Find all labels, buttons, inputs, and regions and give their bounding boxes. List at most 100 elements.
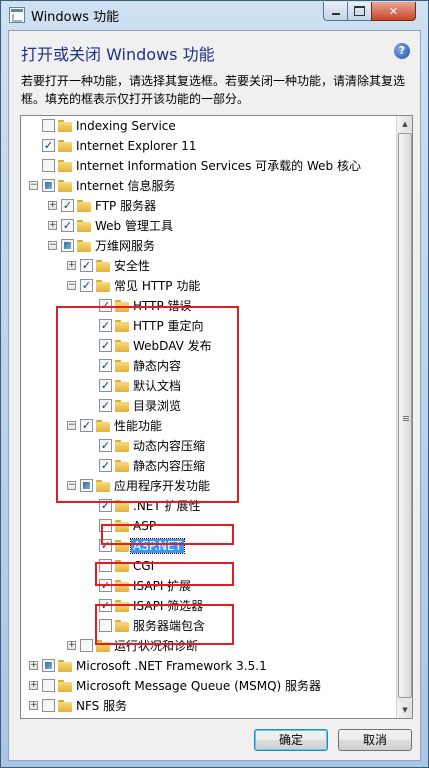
- tree-item-label[interactable]: HTTP 重定向: [131, 319, 206, 333]
- tree-item-label[interactable]: HTTP 错误: [131, 299, 194, 313]
- tree-item-label[interactable]: 安全性: [112, 259, 152, 273]
- tree-item[interactable]: ✓ 目录浏览: [21, 396, 396, 416]
- feature-checkbox[interactable]: ✓: [99, 459, 112, 472]
- scroll-down-arrow-icon[interactable]: ▼: [397, 702, 412, 718]
- tree-item[interactable]: ASP: [21, 516, 396, 536]
- feature-checkbox[interactable]: ✓: [99, 599, 112, 612]
- title-bar[interactable]: Windows 功能 ✕: [1, 1, 428, 29]
- feature-checkbox[interactable]: ✓: [99, 499, 112, 512]
- feature-checkbox[interactable]: ✓: [99, 319, 112, 332]
- tree-item[interactable]: − Internet 信息服务: [21, 176, 396, 196]
- tree-item[interactable]: ✓ ISAPI 扩展: [21, 576, 396, 596]
- feature-checkbox[interactable]: ✓: [61, 219, 74, 232]
- minimize-button[interactable]: [323, 2, 348, 21]
- tree-item-label[interactable]: 静态内容压缩: [131, 459, 207, 473]
- tree-item-label[interactable]: Microsoft Message Queue (MSMQ) 服务器: [74, 679, 323, 693]
- tree-item-label[interactable]: WebDAV 发布: [131, 339, 214, 353]
- maximize-button[interactable]: [347, 2, 372, 21]
- tree-item-label[interactable]: 万维网服务: [93, 239, 157, 253]
- feature-checkbox[interactable]: [42, 679, 55, 692]
- feature-checkbox[interactable]: ✓: [99, 339, 112, 352]
- tree-item-label[interactable]: 服务器端包含: [131, 619, 207, 633]
- feature-checkbox[interactable]: ✓: [61, 199, 74, 212]
- expand-icon[interactable]: +: [29, 661, 38, 670]
- feature-checkbox[interactable]: ✓: [99, 579, 112, 592]
- tree-item-label[interactable]: 性能功能: [112, 419, 164, 433]
- feature-checkbox[interactable]: [42, 159, 55, 172]
- tree-item[interactable]: − 应用程序开发功能: [21, 476, 396, 496]
- feature-checkbox[interactable]: ✓: [99, 359, 112, 372]
- tree-item-label[interactable]: Internet 信息服务: [74, 179, 177, 193]
- tree-item[interactable]: + 运行状况和诊断: [21, 636, 396, 656]
- tree-item[interactable]: + Microsoft .NET Framework 3.5.1: [21, 656, 396, 676]
- feature-checkbox[interactable]: [80, 639, 93, 652]
- feature-checkbox[interactable]: ✓: [80, 259, 93, 272]
- tree-item-label[interactable]: ISAPI 扩展: [131, 579, 193, 593]
- expand-icon[interactable]: +: [48, 201, 57, 210]
- tree-item[interactable]: ✓ 静态内容压缩: [21, 456, 396, 476]
- tree-item-label[interactable]: ISAPI 筛选器: [131, 599, 205, 613]
- tree-item[interactable]: ✓ WebDAV 发布: [21, 336, 396, 356]
- feature-checkbox[interactable]: [42, 659, 55, 672]
- scroll-thumb[interactable]: [398, 133, 412, 698]
- tree-item[interactable]: ✓ 动态内容压缩: [21, 436, 396, 456]
- collapse-icon[interactable]: −: [29, 181, 38, 190]
- tree-item-label[interactable]: Web 管理工具: [93, 219, 175, 233]
- tree-item[interactable]: ✓ HTTP 错误: [21, 296, 396, 316]
- tree-item-label[interactable]: 目录浏览: [131, 399, 183, 413]
- tree-item-label[interactable]: 常见 HTTP 功能: [112, 279, 202, 293]
- tree-item[interactable]: Indexing Service: [21, 116, 396, 136]
- feature-checkbox[interactable]: ✓: [99, 299, 112, 312]
- tree-item[interactable]: ✓ 默认文档: [21, 376, 396, 396]
- expand-icon[interactable]: +: [48, 221, 57, 230]
- feature-checkbox[interactable]: [42, 699, 55, 712]
- tree-item-label[interactable]: FTP 服务器: [93, 199, 158, 213]
- close-button[interactable]: ✕: [371, 2, 416, 21]
- tree-item-label[interactable]: CGI: [131, 559, 156, 573]
- tree-item[interactable]: − 万维网服务: [21, 236, 396, 256]
- tree-item-label[interactable]: Internet Explorer 11: [74, 139, 199, 153]
- tree-item-label[interactable]: 默认文档: [131, 379, 183, 393]
- tree-item-label[interactable]: Indexing Service: [74, 119, 178, 133]
- feature-checkbox[interactable]: ✓: [80, 279, 93, 292]
- collapse-icon[interactable]: −: [67, 281, 76, 290]
- feature-checkbox[interactable]: [80, 479, 93, 492]
- tree-item-label[interactable]: Internet Information Services 可承载的 Web 核…: [74, 159, 363, 173]
- tree-item-label[interactable]: .NET 扩展性: [131, 499, 203, 513]
- tree-item[interactable]: − ✓ 常见 HTTP 功能: [21, 276, 396, 296]
- tree-item[interactable]: Internet Information Services 可承载的 Web 核…: [21, 156, 396, 176]
- tree-item[interactable]: + NFS 服务: [21, 696, 396, 716]
- tree-item[interactable]: ✓ 静态内容: [21, 356, 396, 376]
- tree-item-label[interactable]: 应用程序开发功能: [112, 479, 212, 493]
- tree-item-label[interactable]: NFS 服务: [74, 699, 129, 713]
- collapse-icon[interactable]: −: [48, 241, 57, 250]
- ok-button[interactable]: 确定: [254, 729, 328, 751]
- feature-checkbox[interactable]: [99, 519, 112, 532]
- expand-icon[interactable]: +: [29, 701, 38, 710]
- feature-checkbox[interactable]: [99, 619, 112, 632]
- feature-checkbox[interactable]: [42, 119, 55, 132]
- tree-item-label[interactable]: ASP: [131, 519, 158, 533]
- tree-item[interactable]: ✓ HTTP 重定向: [21, 316, 396, 336]
- tree-item[interactable]: + ✓ Web 管理工具: [21, 216, 396, 236]
- expand-icon[interactable]: +: [67, 261, 76, 270]
- feature-checkbox[interactable]: ✓: [42, 139, 55, 152]
- cancel-button[interactable]: 取消: [338, 729, 412, 751]
- feature-checkbox[interactable]: [61, 239, 74, 252]
- tree-item-label[interactable]: 动态内容压缩: [131, 439, 207, 453]
- tree-item[interactable]: 服务器端包含: [21, 616, 396, 636]
- feature-checkbox[interactable]: [99, 559, 112, 572]
- vertical-scrollbar[interactable]: ▲ ▼: [396, 116, 412, 718]
- feature-checkbox[interactable]: ✓: [80, 419, 93, 432]
- expand-icon[interactable]: +: [29, 681, 38, 690]
- tree-item[interactable]: + ✓ 安全性: [21, 256, 396, 276]
- tree-item[interactable]: ✓ ASP.NET: [21, 536, 396, 556]
- feature-checkbox[interactable]: ✓: [99, 379, 112, 392]
- scroll-up-arrow-icon[interactable]: ▲: [397, 116, 412, 132]
- tree-item-label[interactable]: 运行状况和诊断: [112, 639, 200, 653]
- tree-item[interactable]: ✓ .NET 扩展性: [21, 496, 396, 516]
- feature-checkbox[interactable]: ✓: [99, 539, 112, 552]
- tree-item[interactable]: CGI: [21, 556, 396, 576]
- help-icon[interactable]: ?: [394, 43, 410, 59]
- tree-item[interactable]: + Microsoft Message Queue (MSMQ) 服务器: [21, 676, 396, 696]
